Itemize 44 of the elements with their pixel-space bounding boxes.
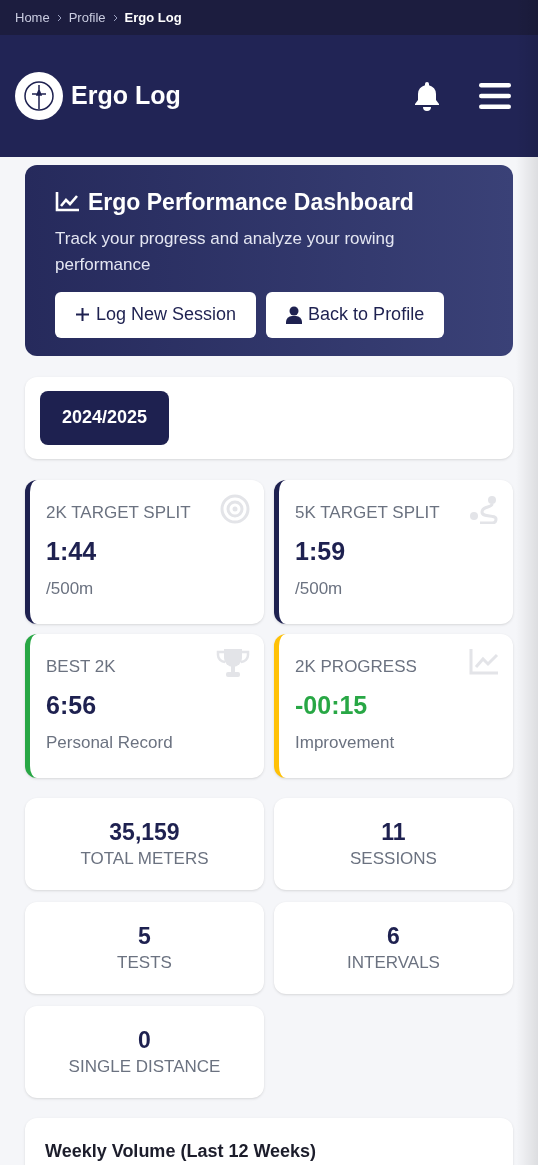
count-label: SINGLE DISTANCE <box>68 1055 221 1078</box>
breadcrumb-link[interactable]: Home <box>15 7 50 28</box>
count-label: TOTAL METERS <box>80 847 209 870</box>
menu-icon[interactable] <box>479 82 511 110</box>
stat-value: -00:15 <box>295 689 368 720</box>
plus-icon <box>75 307 90 322</box>
count-value: 6 <box>387 921 400 950</box>
season-tab[interactable]: 2024/2025 <box>40 390 170 445</box>
stat-value: 1:59 <box>295 535 346 566</box>
count-value: 35,159 <box>109 817 180 846</box>
line-chart-icon <box>469 647 499 675</box>
count-label: INTERVALS <box>347 951 440 974</box>
dashboard-subtitle: Track your progress and analyze your rowing performance <box>55 227 396 276</box>
separator-icon <box>112 13 118 22</box>
notification-bell-icon[interactable] <box>413 81 441 111</box>
user-icon <box>286 305 303 324</box>
log-session-button[interactable]: Log New Session <box>55 291 257 338</box>
app-title: Ergo Log <box>71 80 181 112</box>
breadcrumb-current: Ergo Log <box>124 8 182 27</box>
count-value: 0 <box>138 1025 151 1054</box>
stat-label: 2K TARGET SPLIT <box>46 501 191 524</box>
count-label: TESTS <box>117 951 172 974</box>
route-icon <box>468 493 499 524</box>
count-label: SESSIONS <box>350 847 437 870</box>
stat-label: BEST 2K <box>46 655 116 678</box>
count-value: 5 <box>138 921 151 950</box>
stat-note: /500m <box>46 577 94 600</box>
trophy-icon <box>216 647 250 678</box>
logo-icon <box>15 72 63 120</box>
breadcrumb-link[interactable]: Profile <box>68 7 106 28</box>
target-icon <box>220 493 250 524</box>
stat-note: Personal Record <box>46 731 173 754</box>
count-value: 11 <box>381 817 406 846</box>
stat-value: 6:56 <box>46 689 97 720</box>
stat-value: 1:44 <box>46 535 97 566</box>
dashboard-title: Ergo Performance Dashboard <box>88 188 414 217</box>
stat-label: 5K TARGET SPLIT <box>295 501 440 524</box>
stat-note: Improvement <box>295 731 395 754</box>
weekly-volume-title: Weekly Volume (Last 12 Weeks) <box>45 1140 317 1161</box>
stat-note: /500m <box>295 577 343 600</box>
back-to-profile-button[interactable]: Back to Profile <box>266 291 445 338</box>
line-chart-icon <box>55 191 80 214</box>
stat-label: 2K PROGRESS <box>295 655 417 678</box>
separator-icon <box>56 13 62 22</box>
